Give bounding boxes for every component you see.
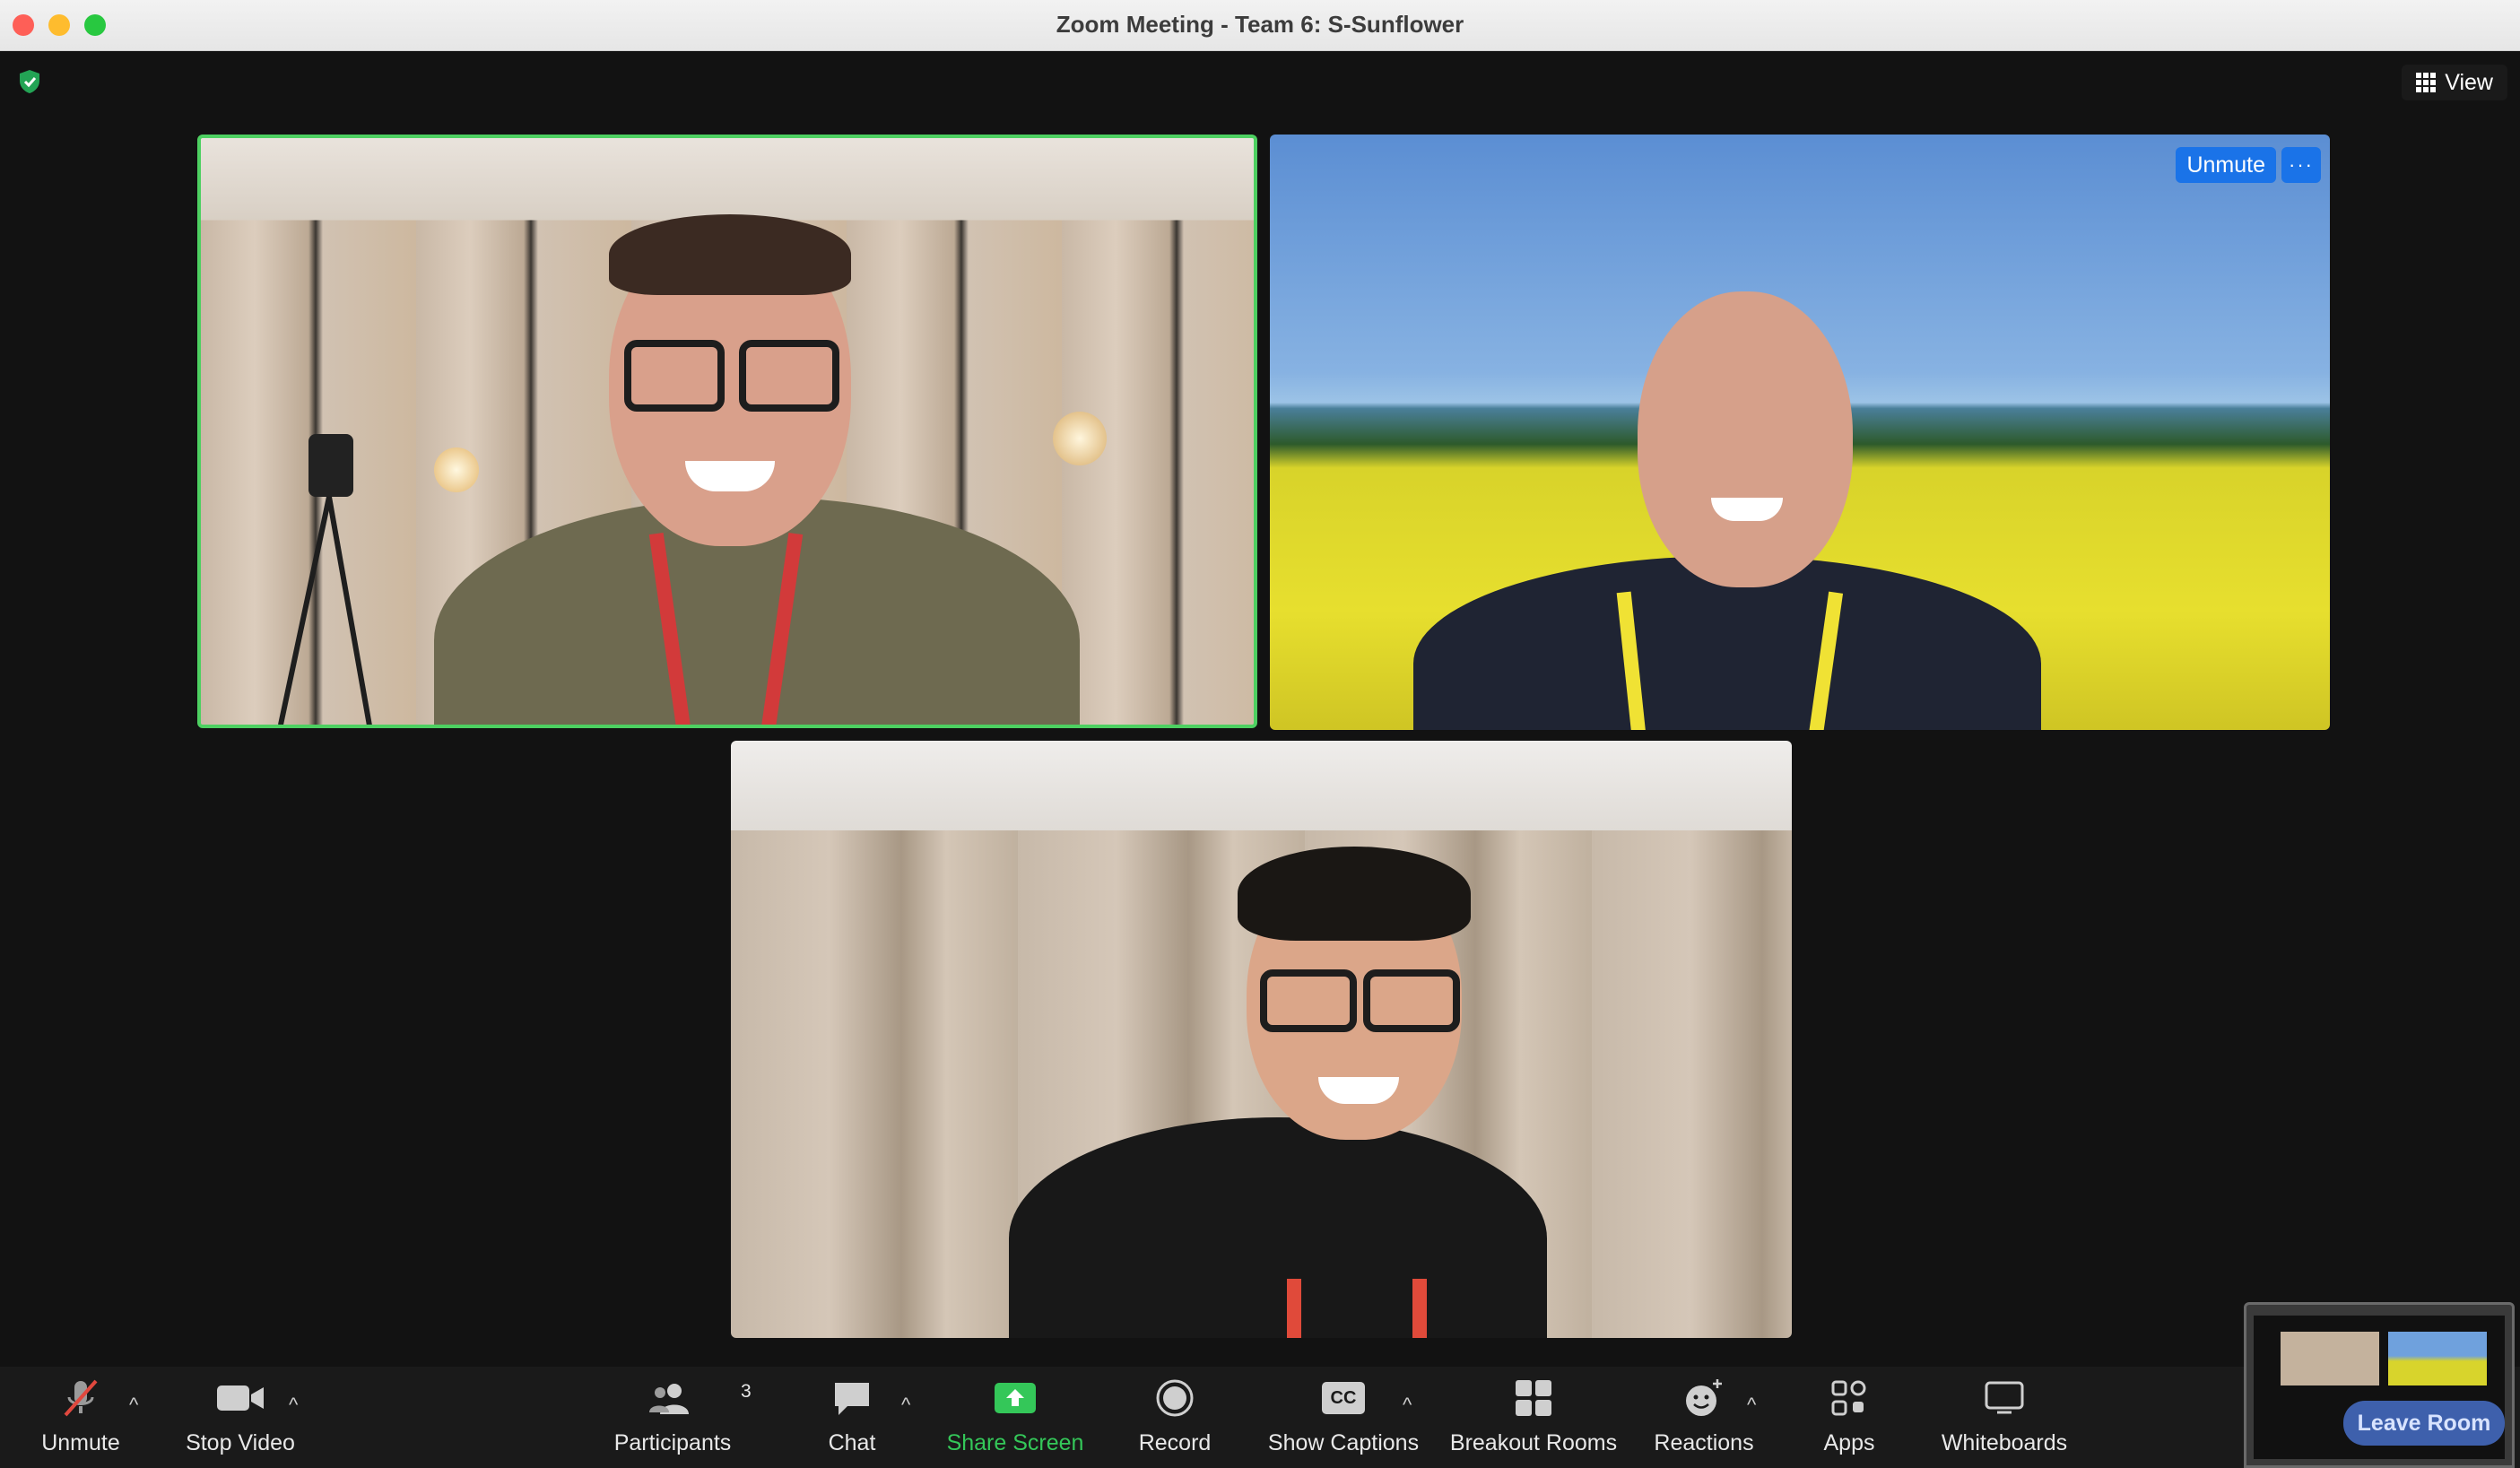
breakout-rooms-button[interactable]: Breakout Rooms <box>1449 1367 1618 1468</box>
participants-icon <box>649 1384 689 1414</box>
unmute-button[interactable]: Unmute <box>36 1367 126 1468</box>
participants-label: Participants <box>613 1430 732 1455</box>
thumbnail-preview: Leave Room <box>2254 1316 2505 1459</box>
share-screen-icon <box>995 1383 1036 1413</box>
show-captions-label: Show Captions <box>1267 1430 1420 1455</box>
glasses <box>739 340 839 412</box>
glasses <box>1260 969 1357 1032</box>
audio-options-chevron-icon[interactable]: ^ <box>129 1394 138 1417</box>
meeting-toolbar: Unmute ^ Stop Video ^ 3 Participants Cha… <box>0 1367 2520 1468</box>
shield-icon[interactable] <box>16 68 43 95</box>
self-view-thumbnail[interactable]: Leave Room <box>2244 1302 2515 1468</box>
wall-lamp <box>434 447 479 492</box>
leave-room-button[interactable]: Leave Room <box>2343 1401 2505 1446</box>
reactions-smiley-icon <box>1686 1379 1722 1416</box>
whiteboards-button[interactable]: Whiteboards <box>1928 1367 2081 1468</box>
lanyard <box>1287 1279 1301 1338</box>
grid-icon <box>2416 73 2437 92</box>
view-label: View <box>2445 69 2493 95</box>
stop-video-label: Stop Video <box>186 1430 295 1455</box>
participant-hair <box>609 214 851 295</box>
stop-video-button[interactable]: Stop Video <box>179 1367 301 1468</box>
participant-hair <box>1238 847 1471 941</box>
ellipsis-icon: ··· <box>2289 153 2314 176</box>
wall-lamp <box>1053 412 1107 465</box>
record-icon <box>1156 1379 1194 1417</box>
record-button[interactable]: Record <box>1130 1367 1220 1468</box>
chat-label: Chat <box>828 1430 876 1455</box>
participant-face <box>1638 291 1853 587</box>
participants-button[interactable]: 3 Participants <box>608 1367 752 1468</box>
chat-button[interactable]: Chat <box>816 1367 888 1468</box>
closed-captions-icon: CC <box>1322 1382 1365 1414</box>
breakout-rooms-icon <box>1516 1380 1551 1416</box>
share-screen-label: Share Screen <box>946 1430 1084 1455</box>
apps-icon <box>1831 1380 1866 1416</box>
captions-options-chevron-icon[interactable]: ^ <box>1403 1394 1412 1417</box>
more-options-button[interactable]: ··· <box>2281 147 2321 183</box>
video-tile-participant-3[interactable] <box>731 741 1792 1338</box>
video-options-chevron-icon[interactable]: ^ <box>289 1394 298 1417</box>
video-camera-icon <box>217 1385 264 1411</box>
reactions-options-chevron-icon[interactable]: ^ <box>1747 1394 1756 1417</box>
glasses <box>624 340 725 412</box>
show-captions-button[interactable]: CC Show Captions <box>1264 1367 1422 1468</box>
chat-options-chevron-icon[interactable]: ^ <box>901 1394 910 1417</box>
thumbnail-tile <box>2281 1332 2379 1385</box>
participants-count: 3 <box>741 1381 752 1402</box>
whiteboards-label: Whiteboards <box>1941 1430 2068 1455</box>
share-screen-button[interactable]: Share Screen <box>942 1367 1089 1468</box>
reactions-label: Reactions <box>1654 1430 1754 1455</box>
tripod <box>278 434 373 725</box>
thumbnail-tile <box>2388 1332 2487 1385</box>
microphone-muted-icon <box>64 1379 98 1417</box>
chat-bubble-icon <box>835 1383 869 1415</box>
apps-label: Apps <box>1823 1430 1875 1455</box>
window-titlebar: Zoom Meeting - Team 6: S-Sunflower <box>0 0 2520 51</box>
reactions-button[interactable]: Reactions <box>1650 1367 1758 1468</box>
window-title: Zoom Meeting - Team 6: S-Sunflower <box>1056 11 1464 38</box>
unmute-label: Unmute <box>41 1430 120 1455</box>
record-label: Record <box>1138 1430 1212 1455</box>
breakout-rooms-label: Breakout Rooms <box>1449 1430 1618 1455</box>
unmute-participant-button[interactable]: Unmute <box>2176 147 2276 183</box>
apps-button[interactable]: Apps <box>1813 1367 1885 1468</box>
whiteboard-icon <box>1985 1381 2024 1414</box>
video-tile-participant-1[interactable] <box>197 135 1257 728</box>
lanyard <box>1412 1279 1427 1338</box>
view-button[interactable]: View <box>2402 65 2507 100</box>
video-tile-participant-2[interactable]: Unmute ··· <box>1270 135 2330 730</box>
glasses <box>1363 969 1460 1032</box>
participant-body <box>1009 1117 1547 1338</box>
